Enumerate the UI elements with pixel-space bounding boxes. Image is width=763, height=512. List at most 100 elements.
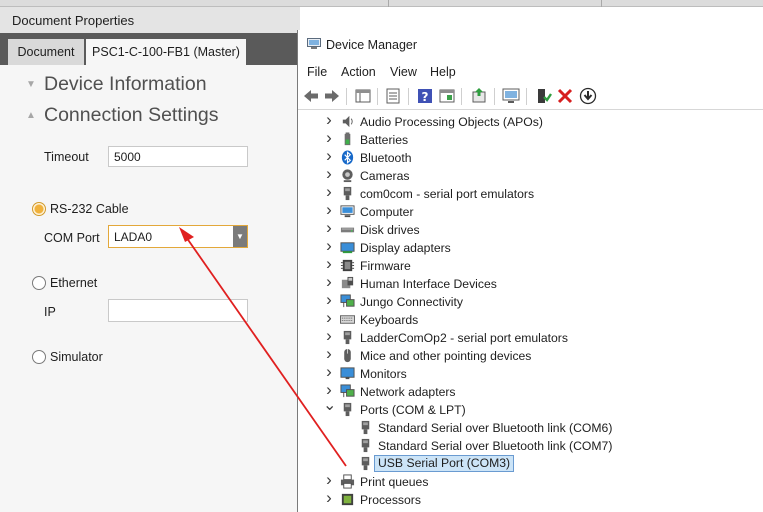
- monitor-scan-icon[interactable]: [502, 87, 520, 105]
- chevron-right-icon[interactable]: ›: [323, 344, 335, 363]
- driver-icon[interactable]: [384, 87, 402, 105]
- ip-input[interactable]: [108, 299, 248, 322]
- chevron-right-icon[interactable]: ›: [323, 488, 335, 507]
- tree-label-laddercomop2-serial-port-emulators[interactable]: LadderComOp2 - serial port emulators: [360, 331, 568, 345]
- enable-device-icon[interactable]: [534, 87, 552, 105]
- firmware-icon: [340, 259, 355, 272]
- tree-category[interactable]: › com0com - serial port emulators: [298, 182, 763, 203]
- forward-icon[interactable]: [323, 87, 341, 105]
- strip-separator: [601, 0, 602, 7]
- chevron-right-icon[interactable]: ›: [323, 236, 335, 255]
- uninstall-icon[interactable]: [556, 87, 574, 105]
- ethernet-radio[interactable]: [32, 276, 46, 290]
- tree-label-batteries[interactable]: Batteries: [360, 133, 408, 147]
- toolbar: ?: [298, 82, 763, 110]
- toolbar-separator: [377, 88, 378, 105]
- tree-label-bluetooth[interactable]: Bluetooth: [360, 151, 412, 165]
- tree-label-mice-and-other-pointing-devices[interactable]: Mice and other pointing devices: [360, 349, 531, 363]
- chevron-right-icon[interactable]: ›: [323, 362, 335, 381]
- chevron-down-icon[interactable]: ⌄: [323, 395, 336, 414]
- timeout-input[interactable]: 5000: [108, 146, 248, 167]
- tree-label-standard-serial-over-bluetooth-link-com7[interactable]: Standard Serial over Bluetooth link (COM…: [378, 439, 612, 453]
- tree-label-jungo-connectivity[interactable]: Jungo Connectivity: [360, 295, 463, 309]
- tree-label-monitors[interactable]: Monitors: [360, 367, 407, 381]
- tab-document[interactable]: Document: [8, 39, 84, 65]
- properties-grid-icon[interactable]: [354, 87, 372, 105]
- tree-category[interactable]: › Network adapters: [298, 380, 763, 401]
- tree-device[interactable]: USB Serial Port (COM3): [298, 455, 763, 473]
- tree-label-firmware[interactable]: Firmware: [360, 259, 411, 273]
- tree-label-processors[interactable]: Processors: [360, 493, 421, 507]
- tree-category[interactable]: › Batteries: [298, 128, 763, 149]
- chevron-right-icon[interactable]: ›: [323, 146, 335, 165]
- chevron-right-icon[interactable]: ›: [323, 290, 335, 309]
- chevron-right-icon[interactable]: ›: [323, 308, 335, 327]
- download-icon[interactable]: [579, 87, 597, 105]
- tree-label-audio-processing-objects-apos[interactable]: Audio Processing Objects (APOs): [360, 115, 543, 129]
- rs232-radio[interactable]: [32, 202, 46, 216]
- chevron-down-icon[interactable]: ▼: [233, 226, 247, 247]
- tree-category[interactable]: › Display adapters: [298, 236, 763, 257]
- rs232-label[interactable]: RS-232 Cable: [50, 202, 129, 216]
- tree-category[interactable]: › Disk drives: [298, 218, 763, 239]
- simulator-radio[interactable]: [32, 350, 46, 364]
- chevron-right-icon[interactable]: ›: [323, 254, 335, 273]
- tree-label-print-queues[interactable]: Print queues: [360, 475, 428, 489]
- tree-label-human-interface-devices[interactable]: Human Interface Devices: [360, 277, 497, 291]
- collapse-triangle-icon: ▼: [26, 79, 36, 90]
- chevron-right-icon[interactable]: ›: [323, 326, 335, 345]
- com-port-select[interactable]: LADA0 ▼: [108, 225, 248, 248]
- display-adapter-icon: [340, 242, 355, 254]
- tab-psc1-master[interactable]: PSC1-C-100-FB1 (Master): [86, 39, 246, 65]
- tree-category[interactable]: › Monitors: [298, 362, 763, 383]
- tree-category[interactable]: › Audio Processing Objects (APOs): [298, 113, 763, 131]
- tree-category[interactable]: › Print queues: [298, 470, 763, 491]
- tree-label-ports-com-lpt[interactable]: Ports (COM & LPT): [360, 403, 466, 417]
- menu-action[interactable]: Action: [341, 65, 376, 79]
- tree-label-display-adapters[interactable]: Display adapters: [360, 241, 451, 255]
- chevron-right-icon[interactable]: ›: [323, 218, 335, 237]
- chevron-right-icon[interactable]: ›: [323, 200, 335, 219]
- chevron-right-icon[interactable]: ›: [323, 380, 335, 399]
- tree-category[interactable]: › Processors: [298, 488, 763, 509]
- tree-label-com0com-serial-port-emulators[interactable]: com0com - serial port emulators: [360, 187, 534, 201]
- chevron-right-icon[interactable]: ›: [323, 164, 335, 183]
- tree-label-computer[interactable]: Computer: [360, 205, 414, 219]
- chevron-right-icon[interactable]: ›: [323, 272, 335, 291]
- tree-label-disk-drives[interactable]: Disk drives: [360, 223, 420, 237]
- ethernet-label[interactable]: Ethernet: [50, 276, 97, 290]
- menu-help[interactable]: Help: [430, 65, 456, 79]
- chevron-right-icon[interactable]: ›: [323, 128, 335, 147]
- menu-view[interactable]: View: [390, 65, 417, 79]
- chevron-right-icon[interactable]: ›: [323, 113, 335, 129]
- tree-category[interactable]: › LadderComOp2 - serial port emulators: [298, 326, 763, 347]
- tree-category[interactable]: › Jungo Connectivity: [298, 290, 763, 311]
- tree-device[interactable]: Standard Serial over Bluetooth link (COM…: [298, 419, 763, 437]
- tree-category[interactable]: › Human Interface Devices: [298, 272, 763, 293]
- update-driver-icon[interactable]: [470, 87, 488, 105]
- tree-category[interactable]: › Bluetooth: [298, 146, 763, 167]
- tree-category[interactable]: › Keyboards: [298, 308, 763, 329]
- help-icon[interactable]: ?: [416, 87, 434, 105]
- menu-file[interactable]: File: [307, 65, 327, 79]
- tree-category[interactable]: › Cameras: [298, 164, 763, 185]
- chevron-right-icon[interactable]: ›: [323, 470, 335, 489]
- tree-label-usb-serial-port-com3[interactable]: USB Serial Port (COM3): [374, 455, 515, 472]
- tree-category[interactable]: ⌄ Ports (COM & LPT): [298, 397, 763, 419]
- tree-category[interactable]: › Mice and other pointing devices: [298, 344, 763, 365]
- view-icon[interactable]: [438, 87, 456, 105]
- com-port-label: COM Port: [44, 231, 100, 245]
- tree-label-network-adapters[interactable]: Network adapters: [360, 385, 456, 399]
- back-icon[interactable]: [302, 87, 320, 105]
- simulator-label[interactable]: Simulator: [50, 350, 103, 364]
- document-tabs: Document PSC1-C-100-FB1 (Master): [0, 33, 300, 65]
- tree-label-keyboards[interactable]: Keyboards: [360, 313, 418, 327]
- tree-label-cameras[interactable]: Cameras: [360, 169, 409, 183]
- chevron-right-icon[interactable]: ›: [323, 182, 335, 201]
- tree-category[interactable]: › Firmware: [298, 254, 763, 275]
- tree-device[interactable]: Standard Serial over Bluetooth link (COM…: [298, 437, 763, 455]
- tree-category[interactable]: › Computer: [298, 200, 763, 221]
- section-connection-settings[interactable]: ▲ Connection Settings: [26, 104, 219, 127]
- section-device-information[interactable]: ▼ Device Information: [26, 73, 207, 96]
- tree-label-standard-serial-over-bluetooth-link-com6[interactable]: Standard Serial over Bluetooth link (COM…: [378, 421, 612, 435]
